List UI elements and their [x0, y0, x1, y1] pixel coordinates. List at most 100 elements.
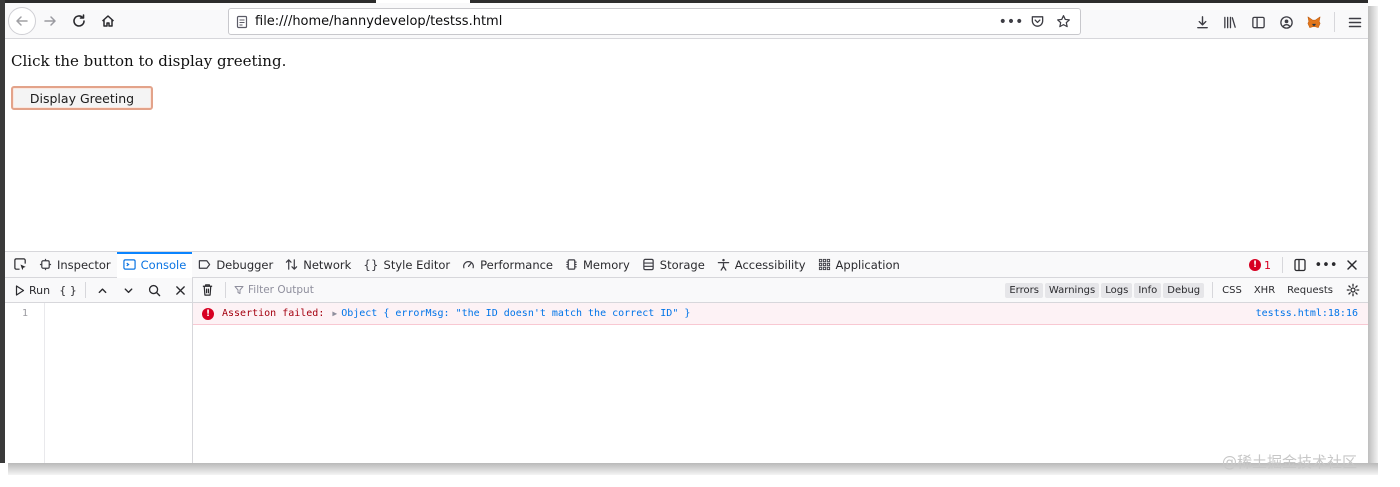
run-label: Run [29, 283, 51, 297]
devtools-menu-button[interactable]: ••• [1314, 253, 1338, 277]
filter-warnings-button[interactable]: Warnings [1044, 282, 1100, 298]
run-button[interactable]: Run [11, 284, 54, 297]
accessibility-icon [717, 258, 730, 271]
tab-storage[interactable]: Storage [636, 252, 711, 278]
library-icon[interactable] [1216, 10, 1244, 34]
editor-toolbar: Run { } [5, 278, 192, 303]
page-icon [229, 9, 255, 34]
trash-icon [202, 284, 212, 296]
filter-requests-button[interactable]: Requests [1282, 283, 1338, 298]
devtools-panel: Inspector Console Debugger Network {} St… [5, 251, 1368, 463]
performance-icon [463, 261, 475, 269]
message-source-link[interactable]: testss.html:18:16 [1256, 308, 1358, 319]
window-shadow-bottom [8, 463, 1378, 475]
tab-label: Performance [480, 257, 553, 272]
log-level-filters: Errors Warnings Logs Info Debug [1005, 282, 1205, 298]
tab-debugger[interactable]: Debugger [192, 252, 279, 278]
clear-console-button[interactable] [193, 279, 221, 301]
error-count-badge[interactable]: ! 1 [1243, 259, 1277, 272]
filter-xhr-button[interactable]: XHR [1249, 283, 1280, 298]
tab-label: Debugger [216, 257, 274, 272]
tab-label: Console [140, 257, 187, 272]
devtools-body: Run { } 1 Filter Output Errors Warnings … [5, 278, 1368, 463]
tab-accessibility[interactable]: Accessibility [711, 252, 812, 278]
display-greeting-button[interactable]: Display Greeting [11, 86, 153, 110]
dock-side-icon [1294, 258, 1306, 272]
metamask-fox-icon[interactable] [1300, 10, 1328, 34]
url-text[interactable]: file:///home/hannydevelop/testss.html [255, 14, 1000, 29]
back-button[interactable] [8, 7, 36, 35]
active-tab-indicator [376, 0, 470, 3]
element-picker-button[interactable] [7, 252, 33, 278]
filter-logs-button[interactable]: Logs [1101, 282, 1133, 298]
chevron-down-icon [124, 287, 133, 293]
play-icon [15, 284, 25, 296]
toolbar-separator [1212, 282, 1214, 298]
devtools-toolbar: Inspector Console Debugger Network {} St… [5, 251, 1368, 278]
bookmark-star-icon[interactable] [1052, 11, 1074, 33]
debugger-icon [199, 260, 211, 269]
reverse-search-button[interactable] [142, 279, 166, 301]
close-devtools-button[interactable] [1340, 253, 1364, 277]
pretty-print-button[interactable]: { } [56, 279, 80, 301]
home-button[interactable] [94, 7, 122, 35]
reload-button[interactable] [65, 7, 93, 35]
filter-errors-button[interactable]: Errors [1005, 282, 1043, 298]
dock-button[interactable] [1288, 253, 1312, 277]
storage-icon [643, 258, 654, 271]
tab-label: Memory [583, 257, 630, 272]
tab-inspector[interactable]: Inspector [33, 252, 117, 278]
filter-css-button[interactable]: CSS [1217, 283, 1247, 298]
console-toolbar: Filter Output Errors Warnings Logs Info … [193, 278, 1368, 303]
home-icon [101, 15, 115, 27]
page-actions-icon[interactable]: ••• [999, 11, 1024, 33]
line-number: 1 [21, 308, 28, 319]
error-icon: ! [202, 307, 214, 320]
tab-console[interactable]: Console [116, 251, 193, 278]
line-number-gutter: 1 [5, 303, 45, 463]
sidebar-icon[interactable] [1244, 10, 1272, 34]
close-editor-button[interactable] [168, 279, 192, 301]
tab-label: Accessibility [734, 257, 806, 272]
filter-icon [234, 286, 244, 294]
tab-strip-edge [5, 0, 1368, 3]
tab-performance[interactable]: Performance [456, 252, 559, 278]
tab-label: Inspector [57, 257, 111, 272]
inspector-icon [39, 258, 52, 271]
filter-output-input[interactable]: Filter Output [230, 284, 1005, 296]
tab-memory[interactable]: Memory [559, 252, 636, 278]
chevron-up-icon [98, 287, 107, 293]
tab-network[interactable]: Network [279, 252, 357, 278]
history-previous-button[interactable] [91, 279, 115, 301]
forward-button[interactable] [36, 7, 64, 35]
console-error-message[interactable]: ! Assertion failed: ▶ Object { errorMsg:… [193, 303, 1368, 325]
toolbar-right [1188, 10, 1368, 34]
console-settings-button[interactable] [1342, 279, 1364, 301]
filter-info-button[interactable]: Info [1134, 282, 1162, 298]
url-bar[interactable]: file:///home/hannydevelop/testss.html ••… [228, 8, 1081, 35]
watermark: @稀土掘金技术社区 [1222, 453, 1358, 471]
page-content: Click the button to display greeting. Di… [5, 40, 1368, 251]
close-icon [1347, 260, 1357, 270]
tab-label: Style Editor [383, 257, 451, 272]
download-icon[interactable] [1188, 10, 1216, 34]
toolbar-separator [225, 282, 226, 298]
memory-icon [566, 259, 577, 270]
request-filters: CSS XHR Requests [1217, 283, 1338, 298]
pocket-icon[interactable] [1026, 11, 1048, 33]
tab-application[interactable]: Application [812, 252, 906, 278]
history-next-button[interactable] [117, 279, 141, 301]
tab-label: Application [835, 257, 900, 272]
toolbar-separator [1334, 12, 1335, 32]
arrow-right-icon [44, 16, 56, 26]
account-icon[interactable] [1272, 10, 1300, 34]
filter-debug-button[interactable]: Debug [1163, 282, 1205, 298]
filter-placeholder: Filter Output [248, 284, 314, 296]
menu-hamburger-icon[interactable] [1341, 10, 1368, 34]
tab-style-editor[interactable]: {} Style Editor [357, 252, 456, 278]
console-output-pane: Filter Output Errors Warnings Logs Info … [193, 278, 1368, 463]
close-icon [175, 285, 185, 295]
expand-triangle-icon[interactable]: ▶ [332, 309, 337, 318]
message-object[interactable]: Object { errorMsg: "the ID doesn't match… [341, 308, 690, 319]
intro-text: Click the button to display greeting. [11, 52, 287, 70]
